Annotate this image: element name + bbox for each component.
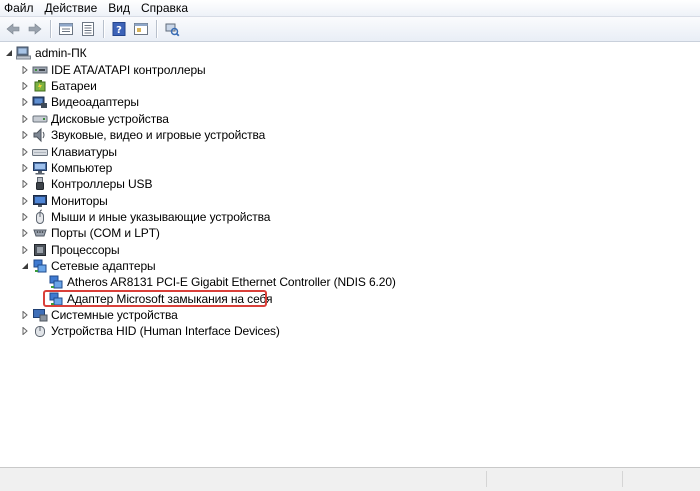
tree-category-keyboards[interactable]: Клавиатуры [20,144,117,160]
forward-arrow-icon [28,23,42,35]
help-icon: ? [112,22,126,36]
properties-button[interactable] [56,19,76,39]
menu-file[interactable]: Файл [0,0,41,16]
help-button[interactable]: ? [109,19,129,39]
expand-arrow-icon[interactable] [20,78,29,94]
tree-category-system[interactable]: Системные устройства [20,307,178,323]
system-device-icon [32,307,48,323]
tree-category-ports[interactable]: Порты (COM и LPT) [20,225,160,241]
tree-category-disk-drives[interactable]: Дисковые устройства [20,111,169,127]
tree-category-sound[interactable]: Звуковые, видео и игровые устройства [20,127,265,143]
expand-arrow-icon[interactable] [20,62,29,78]
battery-icon [32,78,48,94]
tree-category-hid[interactable]: Устройства HID (Human Interface Devices) [20,323,280,339]
tree-category-label: Контроллеры USB [51,177,153,191]
tree-category-label: IDE ATA/ATAPI контроллеры [51,63,206,77]
tree-category-label: Порты (COM и LPT) [51,226,160,240]
scan-hardware-button[interactable] [162,19,182,39]
forward-button[interactable] [25,19,45,39]
device-window-icon [134,23,148,35]
list-view-icon [82,22,94,36]
status-panel [622,471,700,487]
expand-arrow-icon[interactable] [20,111,29,127]
tree-category-network[interactable]: Сетевые адаптеры [20,258,156,274]
tree-category-label: Системные устройства [51,308,178,322]
hid-icon [32,323,48,339]
tree-category-usb[interactable]: Контроллеры USB [20,176,152,192]
ide-controller-icon [32,62,48,78]
status-bar [0,467,700,491]
monitor-icon [32,193,48,209]
speaker-icon [32,127,48,143]
tree-category-computer[interactable]: Компьютер [20,160,112,176]
scan-hardware-icon [165,23,180,37]
menu-view[interactable]: Вид [104,0,137,16]
toolbar-separator [103,20,104,38]
expand-arrow-icon[interactable] [20,94,29,110]
display-adapter-icon [32,94,48,110]
list-view-button[interactable] [78,19,98,39]
tree-category-display-adapters[interactable]: Видеоадаптеры [20,94,139,110]
mouse-icon [32,209,48,225]
tree-category-processors[interactable]: Процессоры [20,242,120,258]
properties-icon [59,23,73,35]
status-panel [486,471,623,487]
svg-text:?: ? [116,25,122,36]
expand-arrow-icon[interactable] [20,176,29,192]
tree-category-monitors[interactable]: Мониторы [20,193,108,209]
tree-category-mice[interactable]: Мыши и иные указывающие устройства [20,209,270,225]
collapse-arrow-icon[interactable] [4,45,13,61]
expand-arrow-icon[interactable] [20,193,29,209]
back-button[interactable] [3,19,23,39]
collapse-arrow-icon[interactable] [20,258,29,274]
device-window-button[interactable] [131,19,151,39]
network-adapter-icon [48,274,64,290]
device-tree: admin-ПК IDE ATA/ATAPI контроллеры Батар… [0,43,700,467]
expand-arrow-icon[interactable] [20,225,29,241]
tree-category-label: Процессоры [51,243,120,257]
toolbar: ? [0,17,700,42]
menu-bar: Файл Действие Вид Справка [0,0,700,17]
network-adapter-icon [32,258,48,274]
tree-category-label: Батареи [51,79,97,93]
processor-icon [32,242,48,258]
tree-category-batteries[interactable]: Батареи [20,78,97,94]
expand-arrow-icon[interactable] [20,307,29,323]
tree-category-label: Дисковые устройства [51,112,169,126]
keyboard-icon [32,144,48,160]
tree-category-label: Видеоадаптеры [51,95,139,109]
tree-category-label: Клавиатуры [51,145,117,159]
back-arrow-icon [6,23,20,35]
toolbar-separator [156,20,157,38]
tree-root[interactable]: admin-ПК [4,45,87,61]
usb-icon [32,176,48,192]
tree-device-label: Atheros AR8131 PCI-E Gigabit Ethernet Co… [67,275,396,289]
tree-category-ide[interactable]: IDE ATA/ATAPI контроллеры [20,62,206,78]
expand-arrow-icon[interactable] [20,323,29,339]
tree-root-label: admin-ПК [35,46,87,60]
expand-arrow-icon[interactable] [20,209,29,225]
tree-category-label: Компьютер [51,161,113,175]
expand-arrow-icon[interactable] [20,242,29,258]
toolbar-separator [50,20,51,38]
tree-category-label: Сетевые адаптеры [51,259,156,273]
disk-drive-icon [32,111,48,127]
tree-category-label: Мыши и иные указывающие устройства [51,210,271,224]
menu-help[interactable]: Справка [137,0,195,16]
tree-category-label: Мониторы [51,194,108,208]
tree-category-label: Устройства HID (Human Interface Devices) [51,324,280,338]
menu-action[interactable]: Действие [41,0,105,16]
tree-category-label: Звуковые, видео и игровые устройства [51,128,266,142]
expand-arrow-icon[interactable] [20,144,29,160]
highlight-box [43,290,267,307]
computer-root-icon [16,45,32,61]
computer-icon [32,160,48,176]
tree-device-atheros[interactable]: Atheros AR8131 PCI-E Gigabit Ethernet Co… [48,274,396,290]
expand-arrow-icon[interactable] [20,127,29,143]
port-icon [32,225,48,241]
expand-arrow-icon[interactable] [20,160,29,176]
